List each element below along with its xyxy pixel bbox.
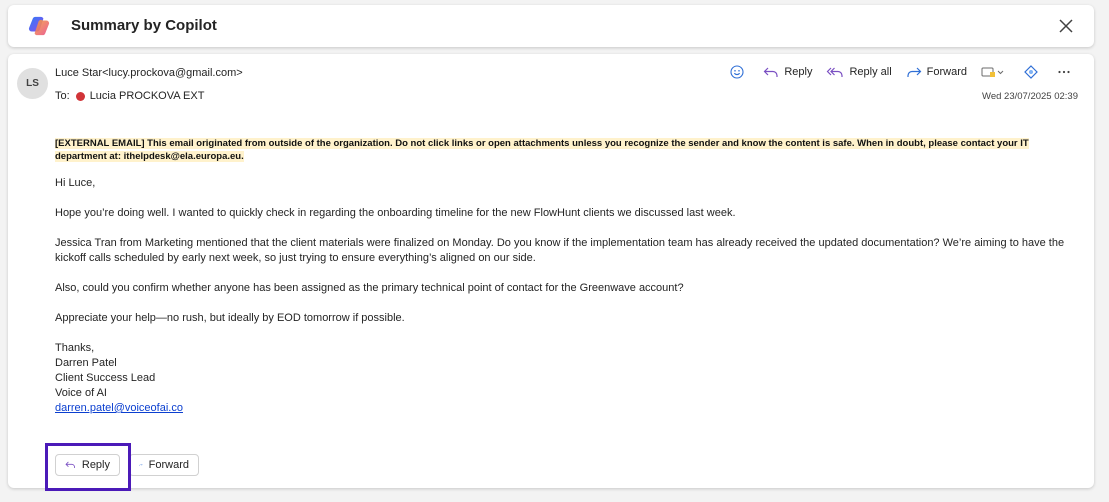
forward-button[interactable]: Forward (906, 66, 967, 79)
sender-address[interactable]: Luce Star<lucy.prockova@gmail.com> (55, 67, 243, 79)
bottom-reply-button[interactable]: Reply (55, 454, 120, 476)
body-paragraph: Hope you’re doing well. I wanted to quic… (55, 207, 736, 219)
body-paragraph: Jessica Tran from Marketing mentioned th… (55, 237, 1065, 264)
more-apps-button[interactable] (981, 66, 1010, 79)
signature: Thanks, Darren Patel Client Success Lead… (55, 341, 1075, 416)
recipient-name[interactable]: Lucia PROCKOVA EXT (90, 90, 205, 102)
reply-button[interactable]: Reply (763, 66, 812, 79)
recipient-status-dot (75, 91, 85, 101)
signature-company: Voice of AI (55, 387, 107, 399)
received-timestamp: Wed 23/07/2025 02:39 (982, 91, 1078, 102)
smiley-icon (730, 65, 744, 79)
forward-icon (907, 67, 922, 77)
reply-all-button[interactable]: Reply all (826, 66, 892, 79)
forward-icon (139, 463, 143, 467)
signature-closing: Thanks, (55, 342, 95, 354)
copilot-title: Summary by Copilot (71, 17, 217, 34)
warning-tag: [EXTERNAL EMAIL] (55, 138, 145, 149)
signature-role: Client Success Lead (55, 372, 156, 384)
forward-label: Forward (926, 66, 967, 78)
bottom-forward-label: Forward (148, 459, 189, 471)
external-email-warning: [EXTERNAL EMAIL] This email originated f… (55, 137, 1073, 163)
greeting: Hi Luce, (55, 177, 96, 189)
bottom-forward-button[interactable]: Forward (129, 454, 199, 476)
loop-icon (1024, 65, 1038, 79)
recipient-line: To: Lucia PROCKOVA EXT (55, 90, 204, 102)
warning-text: This email originated from outside of th… (55, 138, 1029, 162)
signature-name: Darren Patel (55, 357, 117, 369)
body-paragraph: Appreciate your help—no rush, but ideall… (55, 312, 405, 324)
reply-icon (763, 67, 778, 77)
avatar[interactable]: LS (17, 68, 48, 99)
reply-label: Reply (784, 66, 813, 78)
apps-dropdown-icon (981, 67, 1004, 77)
reply-all-label: Reply all (849, 66, 892, 78)
signature-email-link[interactable]: darren.patel@voiceofai.co (55, 402, 183, 414)
copilot-summary-bar: Summary by Copilot (8, 5, 1094, 47)
emoji-reaction-button[interactable] (730, 65, 749, 79)
more-horizontal-icon (1058, 70, 1070, 74)
body-paragraph: Also, could you confirm whether anyone h… (55, 282, 684, 294)
close-icon[interactable] (1056, 16, 1076, 36)
message-actions: Reply Reply all Forward (716, 65, 1076, 79)
copilot-logo-icon (28, 16, 50, 36)
reply-all-icon (827, 67, 844, 77)
email-reading-pane: LS Luce Star<lucy.prockova@gmail.com> To… (8, 54, 1094, 488)
loop-addin-button[interactable] (1024, 65, 1043, 79)
to-label: To: (55, 90, 70, 102)
bottom-reply-label: Reply (81, 459, 110, 471)
more-options-button[interactable] (1057, 65, 1076, 79)
email-body: Hi Luce, Hope you’re doing well. I wante… (55, 176, 1075, 416)
reply-icon (65, 461, 75, 469)
